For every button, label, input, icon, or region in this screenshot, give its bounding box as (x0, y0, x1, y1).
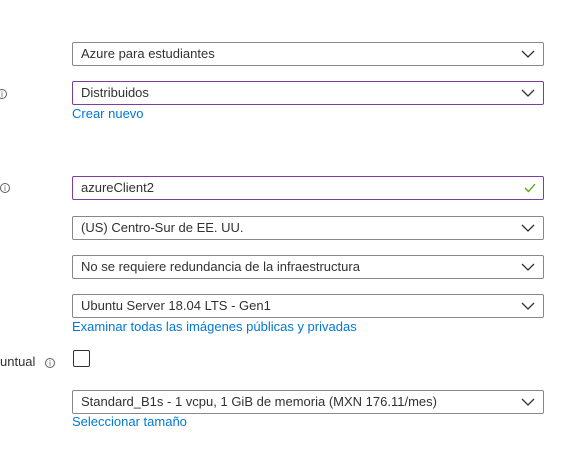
spot-label: untual (0, 354, 36, 369)
chevron-down-icon (521, 224, 535, 232)
chevron-down-icon (521, 263, 535, 271)
size-dropdown[interactable]: Standard_B1s - 1 vcpu, 1 GiB de memoria … (72, 390, 544, 414)
image-dropdown[interactable]: Ubuntu Server 18.04 LTS - Gen1 (72, 294, 544, 318)
image-value: Ubuntu Server 18.04 LTS - Gen1 (81, 298, 271, 313)
info-icon[interactable]: i (0, 183, 10, 193)
resource-group-value: Distribuidos (81, 85, 149, 100)
create-new-link[interactable]: Crear nuevo (72, 106, 144, 121)
info-icon[interactable]: i (45, 358, 55, 368)
select-size-link[interactable]: Seleccionar tamaño (72, 414, 187, 429)
browse-images-link[interactable]: Examinar todas las imágenes públicas y p… (72, 319, 357, 334)
chevron-down-icon (521, 302, 535, 310)
resource-group-dropdown[interactable]: Distribuidos (72, 81, 544, 105)
chevron-down-icon (521, 89, 535, 97)
vm-basics-form: Azure para estudiantes i Distribuidos Cr… (0, 0, 580, 455)
info-icon[interactable]: i (0, 89, 7, 99)
region-value: (US) Centro-Sur de EE. UU. (81, 220, 244, 235)
subscription-dropdown[interactable]: Azure para estudiantes (72, 42, 544, 66)
size-value: Standard_B1s - 1 vcpu, 1 GiB de memoria … (81, 394, 437, 409)
region-dropdown[interactable]: (US) Centro-Sur de EE. UU. (72, 216, 544, 240)
vm-name-input[interactable]: azureClient2 (72, 176, 544, 200)
availability-dropdown[interactable]: No se requiere redundancia de la infraes… (72, 255, 544, 279)
availability-value: No se requiere redundancia de la infraes… (81, 259, 360, 274)
checkmark-icon (524, 183, 536, 193)
spot-checkbox[interactable] (73, 350, 90, 367)
subscription-value: Azure para estudiantes (81, 46, 215, 61)
chevron-down-icon (521, 50, 535, 58)
vm-name-value: azureClient2 (81, 180, 154, 195)
chevron-down-icon (521, 398, 535, 406)
